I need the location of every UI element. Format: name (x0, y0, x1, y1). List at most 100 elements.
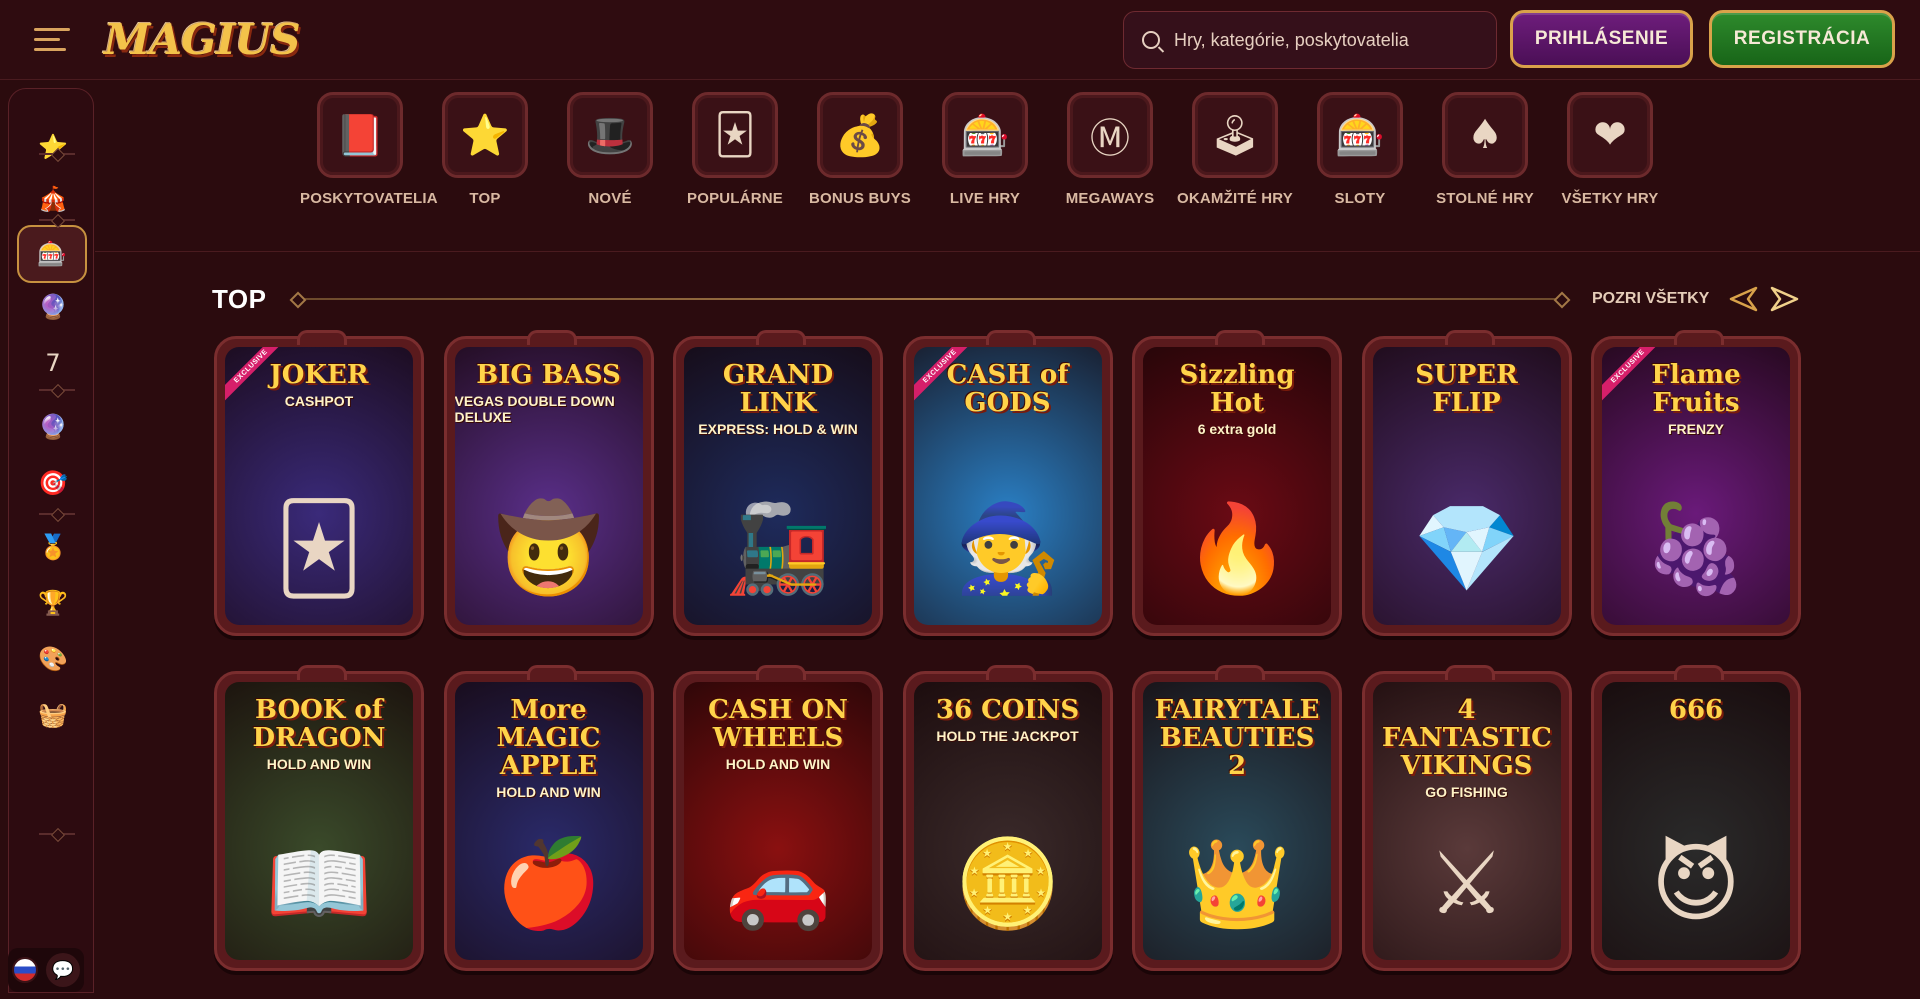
game-subtitle: 6 extra gold (1197, 421, 1277, 437)
game-thumbnail: FAIRYTALE BEAUTIES 2 👑 (1143, 682, 1331, 960)
game-title: CASH of GODS (946, 360, 1069, 418)
game-artwork-icon: 🍎 (494, 834, 603, 934)
game-thumbnail: More MAGIC APPLE HOLD AND WIN 🍎 (454, 682, 643, 960)
game-thumbnail: EXCLUSIVE Flame Fruits FRENZY 🍇 (1602, 347, 1790, 625)
category-spade[interactable]: ♠ STOLNÉ HRY (1425, 92, 1545, 209)
game-thumbnail: EXCLUSIVE CASH of GODS 🧙 (913, 347, 1102, 625)
target-icon[interactable]: 🎯 (31, 461, 75, 505)
search-icon (1142, 31, 1160, 49)
megaways-m-icon: Ⓜ (1067, 92, 1153, 178)
category-label: LIVE HRY (949, 190, 1021, 207)
trophy-icon[interactable]: 🏆 (31, 581, 75, 625)
game-subtitle: CASHPOT (284, 393, 354, 409)
game-card[interactable]: BIG BASS VEGAS DOUBLE DOWN DELUXE 🤠 (443, 330, 654, 636)
category-label: SLOTY (1334, 190, 1386, 207)
poker-chips-icon: 🎰 (942, 92, 1028, 178)
money-bag-icon: 💰 (817, 92, 903, 178)
sidebar-divider (39, 219, 75, 221)
arrow-left-icon[interactable] (1728, 286, 1758, 312)
category-megaways-m[interactable]: Ⓜ MEGAWAYS (1050, 92, 1170, 209)
game-card[interactable]: BOOK of DRAGON HOLD AND WIN 📖 (214, 665, 424, 971)
heart-chip-icon: ❤ (1567, 92, 1653, 178)
slot-reels-icon[interactable]: 🎰 (17, 225, 87, 283)
category-jester-hat[interactable]: 🃏 POPULÁRNE (675, 92, 795, 209)
palette-icon[interactable]: 🎨 (31, 637, 75, 681)
category-poker-chips[interactable]: 🎰 LIVE HRY (925, 92, 1045, 209)
game-card[interactable]: EXCLUSIVE JOKER CASHPOT 🃏 (214, 330, 424, 636)
category-heart-chip[interactable]: ❤ VŠETKY HRY (1550, 92, 1670, 209)
game-artwork-icon: 👑 (1183, 834, 1291, 934)
arrow-right-icon[interactable] (1770, 286, 1800, 312)
game-artwork-icon: 🤠 (494, 499, 603, 599)
menu-icon[interactable] (34, 28, 70, 52)
game-title: FAIRYTALE BEAUTIES 2 (1154, 695, 1320, 781)
divider (95, 251, 1920, 252)
category-label: STOLNÉ HRY (1436, 190, 1534, 207)
game-card[interactable]: EXCLUSIVE CASH of GODS 🧙 (902, 330, 1113, 636)
game-title: CASH ON WHEELS (708, 695, 848, 753)
category-slot-reels[interactable]: 🎰 SLOTY (1300, 92, 1420, 209)
search-box[interactable] (1123, 11, 1497, 69)
medal-icon[interactable]: 🏅 (31, 525, 75, 569)
game-artwork-icon: 🪙 (953, 834, 1062, 934)
game-artwork-icon: 🧙 (953, 499, 1062, 599)
slot-reels-icon: 🎰 (1317, 92, 1403, 178)
game-card[interactable]: 4 FANTASTIC VIKINGS GO FISHING ⚔ (1361, 665, 1572, 971)
category-money-bag[interactable]: 💰 BONUS BUYS (800, 92, 920, 209)
game-artwork-icon: 🍇 (1642, 499, 1750, 599)
game-card[interactable]: 36 COINS HOLD THE JACKPOT 🪙 (902, 665, 1113, 971)
game-thumbnail: 666 😈 (1602, 682, 1790, 960)
game-artwork-icon: 💎 (1412, 499, 1521, 599)
top-header: MAGIUS PRIHLÁSENIE REGISTRÁCIA (0, 0, 1920, 80)
game-card[interactable]: 666 😈 (1591, 665, 1801, 971)
game-card[interactable]: GRAND LINK EXPRESS: HOLD & WIN 🚂 (673, 330, 883, 636)
game-title: BIG BASS (476, 360, 621, 390)
game-title: SUPER FLIP (1415, 360, 1518, 418)
game-title: 36 COINS (935, 695, 1080, 725)
sidebar-divider (39, 833, 75, 835)
language-flag-icon[interactable] (12, 957, 38, 983)
game-artwork-icon: 🔥 (1183, 499, 1291, 599)
category-label: POPULÁRNE (687, 190, 783, 207)
game-title: GRAND LINK (722, 360, 834, 418)
see-all-link[interactable]: POZRI VŠETKY (1592, 290, 1709, 308)
category-book[interactable]: 📕 POSKYTOVATELIA (300, 92, 438, 209)
game-thumbnail: GRAND LINK EXPRESS: HOLD & WIN 🚂 (684, 347, 872, 625)
game-title: Sizzling Hot (1179, 360, 1295, 418)
category-label: NOVÉ (588, 190, 632, 207)
game-artwork-icon: 📖 (265, 834, 373, 934)
game-thumbnail: CASH ON WHEELS HOLD AND WIN 🚗 (684, 682, 872, 960)
game-card[interactable]: More MAGIC APPLE HOLD AND WIN 🍎 (443, 665, 654, 971)
game-thumbnail: 36 COINS HOLD THE JACKPOT 🪙 (913, 682, 1102, 960)
basket-icon[interactable]: 🧺 (31, 693, 75, 737)
star-icon[interactable]: ⭐ (31, 125, 75, 169)
game-thumbnail: EXCLUSIVE JOKER CASHPOT 🃏 (225, 347, 413, 625)
chat-icon[interactable]: 💬 (46, 953, 80, 987)
game-artwork-icon: 🃏 (275, 499, 363, 599)
game-title: BOOK of DRAGON (252, 695, 386, 753)
fortune-teller-icon[interactable]: 🔮 (31, 405, 75, 449)
category-joystick[interactable]: 🕹 OKAMŽITÉ HRY (1175, 92, 1295, 209)
login-button[interactable]: PRIHLÁSENIE (1510, 10, 1693, 68)
lucky-seven-icon[interactable]: 7 (31, 341, 75, 385)
game-card[interactable]: SUPER FLIP 💎 (1361, 330, 1572, 636)
category-star-box[interactable]: ⭐ TOP (425, 92, 545, 209)
crystal-ball-icon[interactable]: 🔮 (31, 285, 75, 329)
game-card[interactable]: Sizzling Hot 6 extra gold 🔥 (1132, 330, 1342, 636)
category-label: TOP (469, 190, 501, 207)
search-input[interactable] (1174, 29, 1474, 51)
category-magic-hat[interactable]: 🎩 NOVÉ (550, 92, 670, 209)
register-button[interactable]: REGISTRÁCIA (1709, 10, 1895, 68)
circus-tent-icon[interactable]: 🎪 (31, 177, 75, 221)
game-card[interactable]: CASH ON WHEELS HOLD AND WIN 🚗 (673, 665, 883, 971)
section-title: TOP (212, 284, 267, 314)
game-thumbnail: 4 FANTASTIC VIKINGS GO FISHING ⚔ (1372, 682, 1561, 960)
game-card[interactable]: FAIRYTALE BEAUTIES 2 👑 (1132, 665, 1342, 971)
site-logo[interactable]: MAGIUS (104, 12, 301, 68)
game-subtitle: GO FISHING (1425, 784, 1508, 800)
spade-icon: ♠ (1442, 92, 1528, 178)
game-card[interactable]: EXCLUSIVE Flame Fruits FRENZY 🍇 (1591, 330, 1801, 636)
category-label: VŠETKY HRY (1561, 190, 1659, 207)
section-divider (300, 298, 1560, 300)
game-thumbnail: Sizzling Hot 6 extra gold 🔥 (1143, 347, 1331, 625)
